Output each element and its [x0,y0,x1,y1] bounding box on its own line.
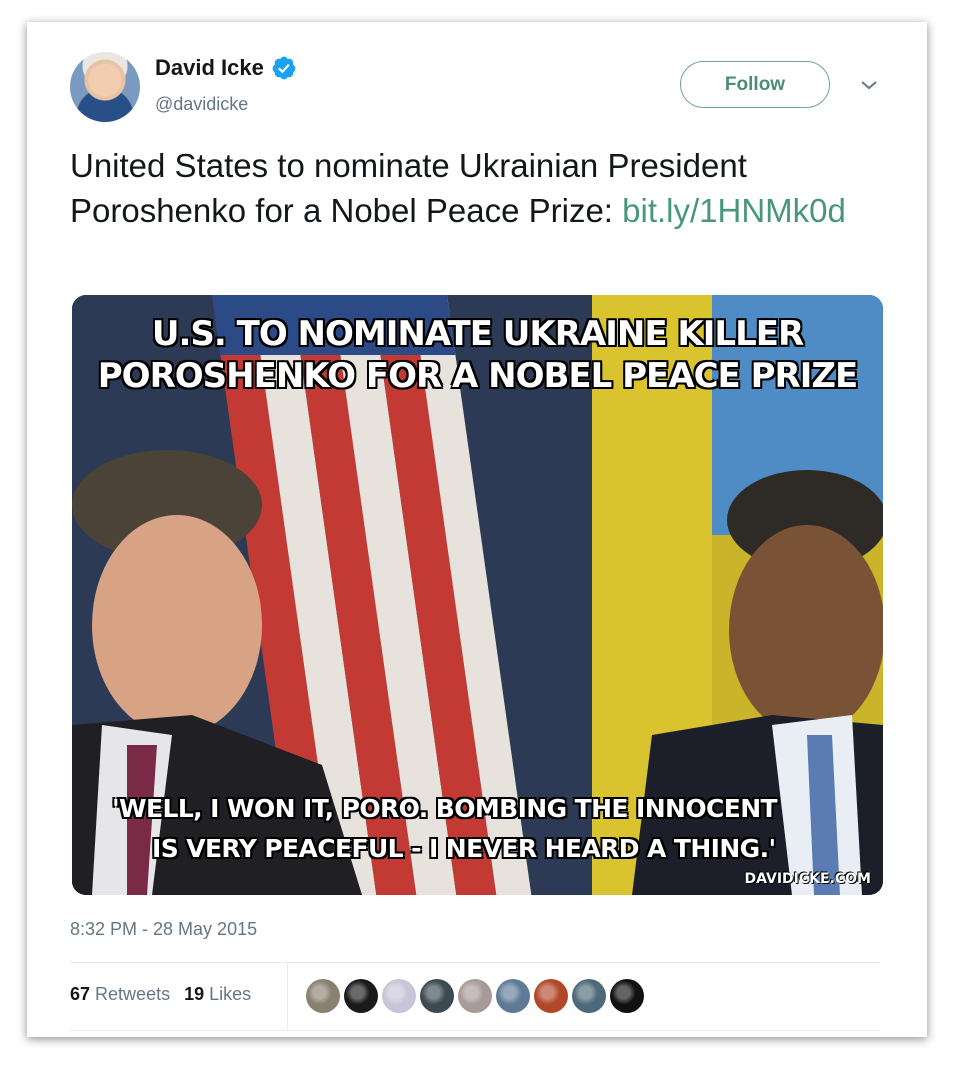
meme-bottom-caption: 'WELL, I WON IT, PORO. BOMBING THE INNOC… [112,789,872,869]
meme-watermark: DAVIDICKE.COM [744,871,872,887]
verified-badge-icon [272,56,296,80]
author-handle[interactable]: @davidicke [155,94,248,115]
liker-avatar[interactable] [382,979,416,1013]
tweet-timestamp[interactable]: 8:32 PM - 28 May 2015 [70,919,257,940]
likes-count: 19 [184,984,205,1004]
retweets-stat[interactable]: 67 Retweets [70,984,170,1005]
author-avatar[interactable] [70,52,140,122]
tweet-card: David Icke @davidicke Follow United Stat… [27,22,927,1037]
meme-top-line1: U.S. TO NOMINATE UKRAINE KILLER [151,314,804,354]
author-display-name[interactable]: David Icke [155,55,264,81]
tweet-media-image[interactable]: U.S. TO NOMINATE UKRAINE KILLER POROSHEN… [72,295,883,895]
tweet-text: United States to nominate Ukrainian Pres… [70,143,850,233]
author-name-row[interactable]: David Icke [155,55,297,81]
divider [70,962,880,963]
liker-avatar[interactable] [610,979,644,1013]
liker-avatar[interactable] [572,979,606,1013]
divider [70,1030,880,1031]
retweets-label: Retweets [95,984,171,1004]
liker-avatar[interactable] [306,979,340,1013]
chevron-down-icon[interactable] [859,78,879,92]
follow-button[interactable]: Follow [680,61,830,108]
liker-avatar[interactable] [496,979,530,1013]
liker-avatar[interactable] [458,979,492,1013]
retweets-count: 67 [70,984,91,1004]
meme-bottom-line2: IS VERY PEACEFUL - I NEVER HEARD A THING… [152,834,776,863]
likes-label: Likes [209,984,252,1004]
liker-avatars [306,979,644,1013]
meme-bottom-line1: 'WELL, I WON IT, PORO. BOMBING THE INNOC… [112,794,778,823]
tweet-link[interactable]: bit.ly/1HNMk0d [622,192,846,229]
stats-divider [287,962,288,1030]
meme-top-caption: U.S. TO NOMINATE UKRAINE KILLER POROSHEN… [72,313,883,397]
liker-avatar[interactable] [344,979,378,1013]
liker-avatar[interactable] [534,979,568,1013]
likes-stat[interactable]: 19 Likes [184,984,251,1005]
liker-avatar[interactable] [420,979,454,1013]
meme-top-line2: POROSHENKO FOR A NOBEL PEACE PRIZE [97,356,859,396]
tweet-stats: 67 Retweets 19 Likes [70,984,251,1005]
